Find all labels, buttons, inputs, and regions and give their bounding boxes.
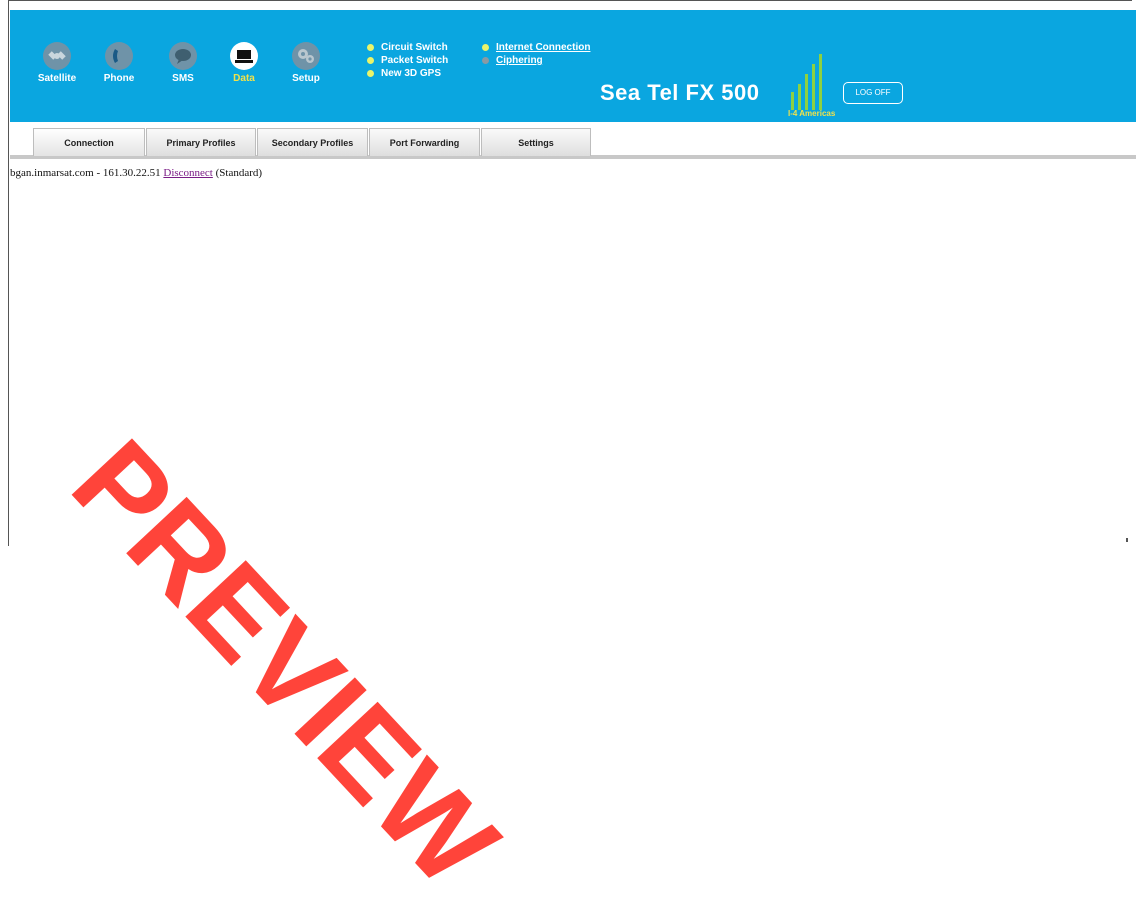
status-dot-icon	[367, 44, 374, 51]
service-status-list: Internet Connection Ciphering	[482, 41, 590, 67]
connection-host: bgan.inmarsat.com - 161.30.22.51	[10, 167, 161, 179]
status-dot-icon	[367, 57, 374, 64]
nav-data[interactable]: Data	[224, 42, 264, 84]
laptop-icon	[230, 42, 258, 70]
frame-left-border	[8, 0, 9, 546]
status-internet-connection[interactable]: Internet Connection	[482, 41, 590, 54]
status-circuit-switch: Circuit Switch	[367, 41, 448, 54]
network-status-list: Circuit Switch Packet Switch New 3D GPS	[367, 41, 448, 80]
connection-mode: (Standard)	[215, 167, 263, 179]
sms-icon	[169, 42, 197, 70]
status-dot-icon	[482, 57, 489, 64]
tab-connection[interactable]: Connection	[33, 128, 145, 156]
nav-phone[interactable]: Phone	[99, 42, 139, 84]
product-name: Sea Tel FX 500	[600, 80, 760, 105]
status-label: Circuit Switch	[381, 42, 448, 53]
ciphering-link[interactable]: Ciphering	[496, 55, 543, 66]
frame-top-border	[8, 0, 1132, 1]
nav-label: Phone	[103, 73, 135, 84]
disconnect-link[interactable]: Disconnect	[163, 167, 212, 179]
nav-sms[interactable]: SMS	[163, 42, 203, 84]
status-dot-icon	[367, 70, 374, 77]
gears-icon	[292, 42, 320, 70]
log-off-button[interactable]: LOG OFF	[843, 82, 903, 104]
status-dot-icon	[482, 44, 489, 51]
tab-secondary-profiles[interactable]: Secondary Profiles	[257, 128, 368, 156]
tab-primary-profiles[interactable]: Primary Profiles	[146, 128, 256, 156]
tab-port-forwarding[interactable]: Port Forwarding	[369, 128, 480, 156]
frame-corner-tick	[1126, 538, 1128, 542]
phone-icon	[105, 42, 133, 70]
satellite-region-label: I-4 Americas	[788, 109, 836, 118]
tab-settings[interactable]: Settings	[481, 128, 591, 156]
signal-strength-icon	[791, 54, 822, 110]
connection-status-line: bgan.inmarsat.com - 161.30.22.51 Disconn…	[10, 167, 262, 179]
status-label: New 3D GPS	[381, 68, 442, 79]
preview-watermark: PREVIEW	[47, 415, 523, 911]
internet-connection-link[interactable]: Internet Connection	[496, 42, 590, 53]
nav-satellite[interactable]: Satellite	[37, 42, 77, 84]
nav-label: SMS	[172, 73, 194, 84]
status-ciphering[interactable]: Ciphering	[482, 54, 590, 67]
status-packet-switch: Packet Switch	[367, 54, 448, 67]
status-gps: New 3D GPS	[367, 67, 448, 80]
satellite-icon	[43, 42, 71, 70]
header-banner: Satellite Phone SMS Data Setup Circuit S…	[10, 10, 1136, 122]
nav-label: Setup	[292, 73, 320, 84]
nav-setup[interactable]: Setup	[286, 42, 326, 84]
nav-label: Satellite	[37, 73, 77, 84]
status-label: Packet Switch	[381, 55, 449, 66]
nav-label: Data	[233, 73, 255, 84]
